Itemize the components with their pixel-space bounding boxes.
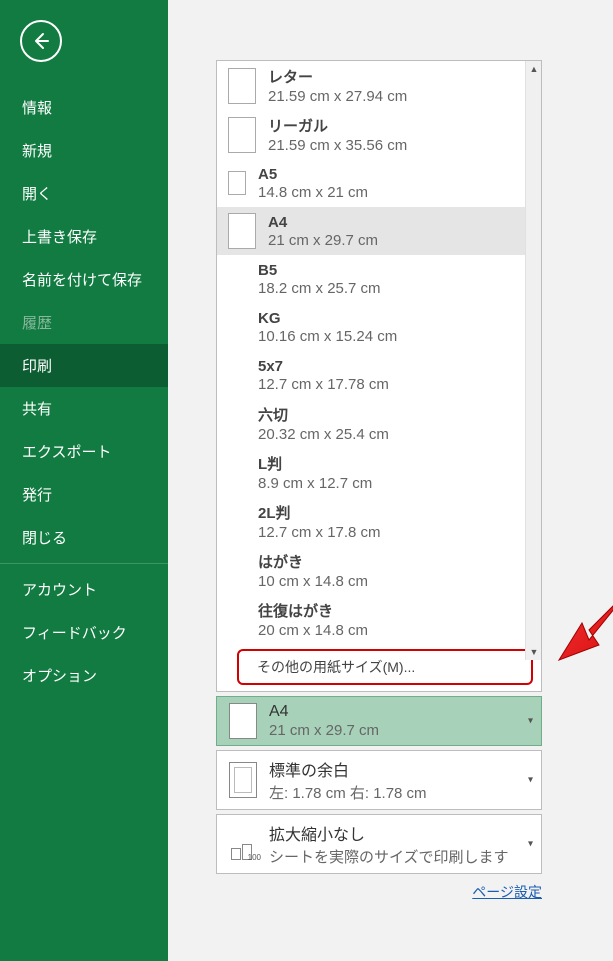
back-button[interactable] — [20, 20, 62, 62]
paper-size-option[interactable]: 5x712.7 cm x 17.78 cm — [217, 351, 525, 399]
margins-title: 標準の余白 — [269, 757, 515, 781]
paper-dimensions: 21 cm x 29.7 cm — [268, 232, 517, 249]
margins-sub: 左: 1.78 cm 右: 1.78 cm — [269, 782, 515, 803]
paper-size-option[interactable]: B518.2 cm x 25.7 cm — [217, 255, 525, 303]
paper-size-option[interactable]: KG10.16 cm x 15.24 cm — [217, 303, 525, 351]
paper-size-option[interactable]: レター21.59 cm x 27.94 cm — [217, 61, 525, 110]
sidebar-item-共有[interactable]: 共有 — [0, 387, 168, 430]
chevron-down-icon: ▾ — [528, 839, 533, 850]
page-setup-link-container: ページ設定 — [216, 882, 542, 902]
sidebar-item-名前を付けて保存[interactable]: 名前を付けて保存 — [0, 258, 168, 301]
current-paper-dim: 21 cm x 29.7 cm — [269, 722, 515, 739]
more-paper-sizes-button[interactable]: その他の用紙サイズ(M)... — [237, 649, 533, 685]
paper-name: A4 — [268, 214, 517, 231]
paper-dimensions: 18.2 cm x 25.7 cm — [258, 280, 517, 297]
paper-dimensions: 10.16 cm x 15.24 cm — [258, 328, 517, 345]
paper-dimensions: 12.7 cm x 17.8 cm — [258, 524, 517, 541]
scale-icon: 100 — [229, 826, 257, 862]
annotation-arrow — [554, 525, 613, 665]
paper-name: B5 — [258, 262, 517, 279]
sidebar-item-閉じる[interactable]: 閉じる — [0, 516, 168, 559]
arrow-left-icon — [31, 31, 51, 51]
sidebar-item-情報[interactable]: 情報 — [0, 86, 168, 129]
paper-size-option[interactable]: A514.8 cm x 21 cm — [217, 159, 525, 207]
paper-size-option[interactable]: A421 cm x 29.7 cm — [217, 207, 525, 255]
sidebar-item-開く[interactable]: 開く — [0, 172, 168, 215]
page-icon — [228, 213, 256, 249]
sidebar-item-アカウント[interactable]: アカウント — [0, 568, 168, 611]
paper-dimensions: 21.59 cm x 35.56 cm — [268, 137, 517, 154]
margins-selector[interactable]: 標準の余白 左: 1.78 cm 右: 1.78 cm ▾ — [216, 750, 542, 810]
backstage-sidebar: 情報新規開く上書き保存名前を付けて保存履歴印刷共有エクスポート発行閉じる アカウ… — [0, 0, 168, 961]
scaling-sub: シートを実際のサイズで印刷します — [269, 846, 515, 867]
paper-size-selector[interactable]: A4 21 cm x 29.7 cm ▾ — [216, 696, 542, 746]
paper-name: L判 — [258, 453, 517, 474]
paper-name: リーガル — [268, 115, 517, 136]
paper-dimensions: 10 cm x 14.8 cm — [258, 573, 517, 590]
chevron-down-icon: ▾ — [528, 775, 533, 786]
chevron-down-icon: ▾ — [528, 716, 533, 727]
paper-name: はがき — [258, 551, 517, 572]
margins-icon — [229, 762, 257, 798]
paper-dimensions: 20.32 cm x 25.4 cm — [258, 426, 517, 443]
sidebar-item-エクスポート[interactable]: エクスポート — [0, 430, 168, 473]
paper-size-option[interactable]: L判8.9 cm x 12.7 cm — [217, 448, 525, 497]
paper-size-option[interactable]: 2L判12.7 cm x 17.8 cm — [217, 497, 525, 546]
page-icon — [229, 703, 257, 739]
paper-dimensions: 8.9 cm x 12.7 cm — [258, 475, 517, 492]
paper-dimensions: 20 cm x 14.8 cm — [258, 622, 517, 639]
page-icon — [228, 171, 246, 195]
sidebar-item-新規[interactable]: 新規 — [0, 129, 168, 172]
paper-name: レター — [268, 66, 517, 87]
paper-size-option[interactable]: リーガル21.59 cm x 35.56 cm — [217, 110, 525, 159]
sidebar-item-履歴: 履歴 — [0, 301, 168, 344]
scaling-title: 拡大縮小なし — [269, 821, 515, 845]
paper-name: 六切 — [258, 404, 517, 425]
paper-name: 往復はがき — [258, 600, 517, 621]
current-paper-name: A4 — [269, 703, 515, 721]
page-icon — [228, 117, 256, 153]
page-icon — [228, 68, 256, 104]
sidebar-item-オプション[interactable]: オプション — [0, 654, 168, 697]
paper-name: 5x7 — [258, 358, 517, 375]
sidebar-item-フィードバック[interactable]: フィードバック — [0, 611, 168, 654]
sidebar-item-発行[interactable]: 発行 — [0, 473, 168, 516]
sidebar-divider — [0, 563, 168, 564]
paper-name: A5 — [258, 166, 517, 183]
scroll-down-button[interactable]: ▼ — [526, 644, 542, 660]
scrollbar[interactable]: ▲ ▼ — [525, 61, 541, 660]
paper-name: 2L判 — [258, 502, 517, 523]
sidebar-item-印刷[interactable]: 印刷 — [0, 344, 168, 387]
scroll-up-button[interactable]: ▲ — [526, 61, 542, 77]
paper-dimensions: 14.8 cm x 21 cm — [258, 184, 517, 201]
sidebar-item-上書き保存[interactable]: 上書き保存 — [0, 215, 168, 258]
page-setup-link[interactable]: ページ設定 — [472, 884, 542, 900]
paper-size-option[interactable]: 往復はがき20 cm x 14.8 cm — [217, 595, 525, 644]
scaling-selector[interactable]: 100 拡大縮小なし シートを実際のサイズで印刷します ▾ — [216, 814, 542, 874]
paper-size-option[interactable]: はがき10 cm x 14.8 cm — [217, 546, 525, 595]
paper-dimensions: 12.7 cm x 17.78 cm — [258, 376, 517, 393]
paper-size-option[interactable]: 六切20.32 cm x 25.4 cm — [217, 399, 525, 448]
main-content: レター21.59 cm x 27.94 cmリーガル21.59 cm x 35.… — [168, 0, 613, 961]
paper-name: KG — [258, 310, 517, 327]
paper-dimensions: 21.59 cm x 27.94 cm — [268, 88, 517, 105]
paper-size-dropdown: レター21.59 cm x 27.94 cmリーガル21.59 cm x 35.… — [216, 60, 542, 692]
